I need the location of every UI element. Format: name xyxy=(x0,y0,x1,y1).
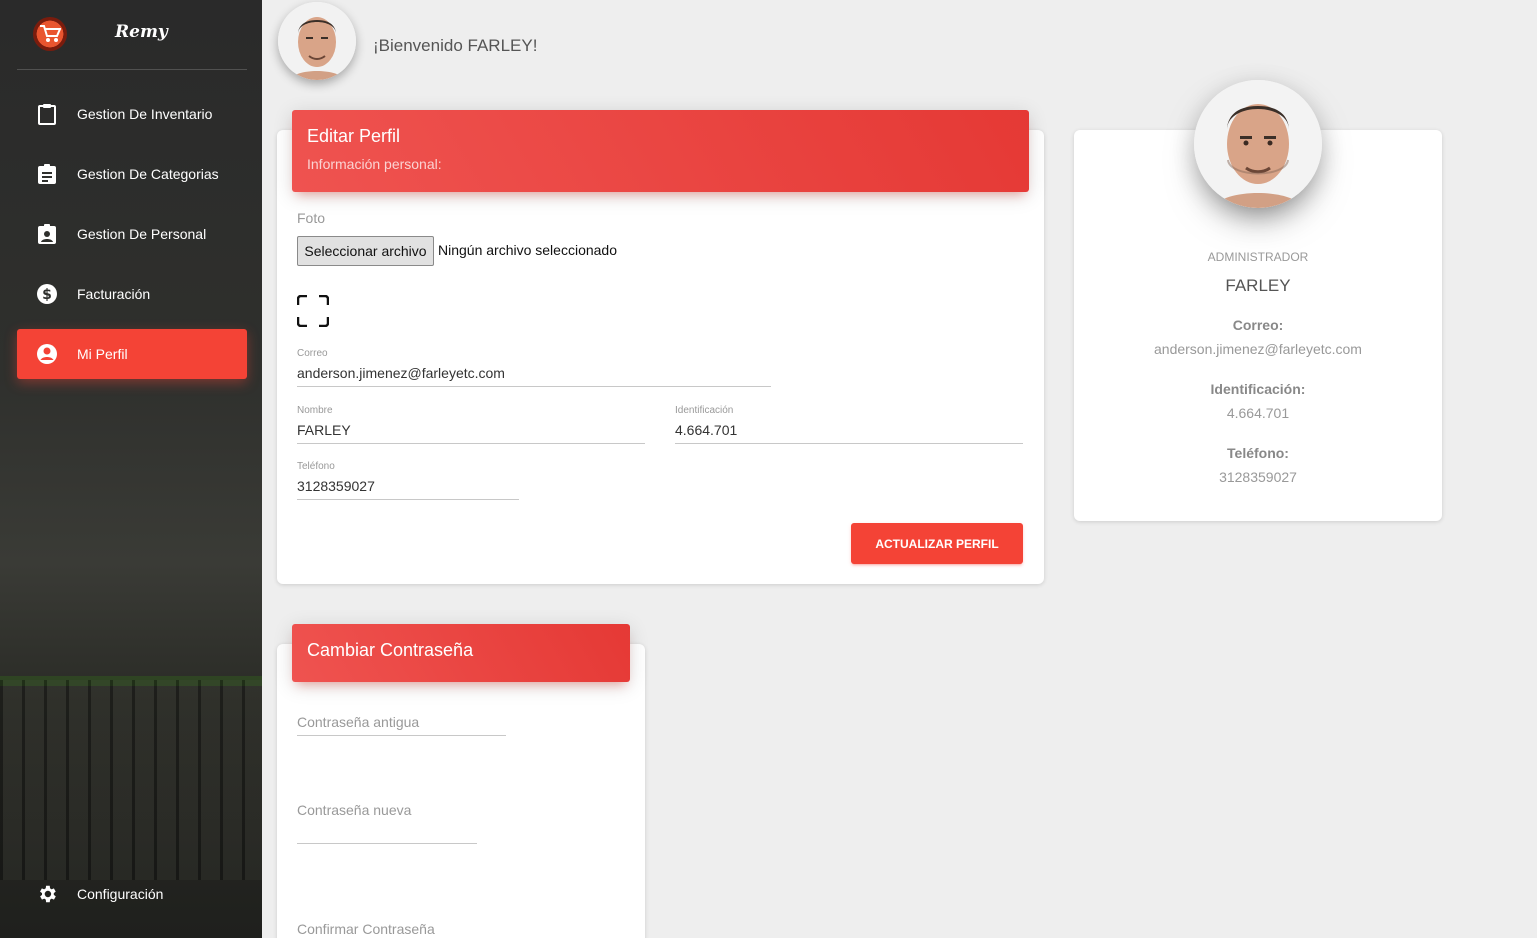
profile-name: FARLEY xyxy=(1225,276,1291,295)
dollar-circle-icon: $ xyxy=(36,283,58,305)
sidebar-item-mi-perfil[interactable]: Mi Perfil xyxy=(17,329,247,379)
assignment-icon xyxy=(36,163,58,185)
sidebar-item-facturacion[interactable]: $ Facturación xyxy=(17,269,247,319)
sidebar-item-label: Gestion De Categorias xyxy=(77,166,219,182)
new-password-input[interactable]: Contraseña nueva xyxy=(297,802,411,818)
profile-phone-key: Teléfono: xyxy=(1227,445,1289,461)
edit-profile-subtitle: Información personal: xyxy=(307,156,442,172)
name-field[interactable]: FARLEY xyxy=(297,422,351,438)
old-password-underline xyxy=(297,735,506,736)
edit-profile-card xyxy=(277,130,1044,584)
phone-field[interactable]: 3128359027 xyxy=(297,478,375,494)
sidebar-item-label: Gestion De Inventario xyxy=(77,106,213,122)
update-profile-button[interactable]: ACTUALIZAR PERFIL xyxy=(851,523,1023,564)
welcome-message: ¡Bienvenido FARLEY! xyxy=(373,36,538,55)
change-password-title: Cambiar Contraseña xyxy=(307,640,474,660)
user-avatar[interactable] xyxy=(278,2,356,80)
cart-logo-icon[interactable] xyxy=(33,17,67,51)
profile-id-value: 4.664.701 xyxy=(1226,405,1290,421)
profile-email-value: anderson.jimenez@farleyetc.com xyxy=(1154,341,1362,357)
id-field[interactable]: 4.664.701 xyxy=(675,422,737,438)
phone-underline xyxy=(297,499,519,500)
sidebar-item-label: Configuración xyxy=(77,886,164,902)
profile-email-key: Correo: xyxy=(1232,317,1284,333)
gear-icon xyxy=(36,883,58,905)
logo-text[interactable]: Remy xyxy=(115,22,168,42)
id-underline xyxy=(675,443,1023,444)
sidebar-item-inventario[interactable]: Gestion De Inventario xyxy=(17,89,247,139)
assignment-ind-icon xyxy=(36,223,58,245)
profile-avatar xyxy=(1194,80,1322,208)
account-circle-icon xyxy=(36,343,58,365)
new-password-underline xyxy=(297,843,477,844)
sidebar-item-categorias[interactable]: Gestion De Categorias xyxy=(17,149,247,199)
edit-profile-header: Editar Perfil Información personal: xyxy=(292,110,1029,192)
email-label: Correo xyxy=(297,348,328,359)
email-underline xyxy=(297,386,771,387)
email-field[interactable]: anderson.jimenez@farleyetc.com xyxy=(297,365,505,381)
crop-frame-icon[interactable] xyxy=(296,294,330,328)
confirm-password-input[interactable]: Confirmar Contraseña xyxy=(297,921,435,937)
id-label: Identificación xyxy=(675,405,734,416)
name-underline xyxy=(297,443,645,444)
sidebar-item-label: Facturación xyxy=(77,286,151,302)
logo-area: Remy xyxy=(17,0,247,70)
sidebar-item-label: Mi Perfil xyxy=(77,346,128,362)
sidebar: Remy Gestion De Inventario Gestion De Ca… xyxy=(0,0,262,938)
photo-label: Foto xyxy=(297,210,326,226)
old-password-input[interactable]: Contraseña antigua xyxy=(297,714,419,730)
svg-text:$: $ xyxy=(42,287,52,303)
profile-phone-value: 3128359027 xyxy=(1219,469,1297,485)
sidebar-item-personal[interactable]: Gestion De Personal xyxy=(17,209,247,259)
profile-role: ADMINISTRADOR xyxy=(1207,250,1309,264)
profile-id-key: Identificación: xyxy=(1210,381,1306,397)
edit-profile-title: Editar Perfil xyxy=(307,126,401,146)
sidebar-item-configuracion[interactable]: Configuración xyxy=(17,869,247,919)
choose-file-button[interactable]: Seleccionar archivo xyxy=(297,236,434,266)
name-label: Nombre xyxy=(297,405,333,416)
sidebar-bg-decoration xyxy=(0,680,262,880)
change-password-header: Cambiar Contraseña xyxy=(292,624,630,682)
phone-label: Teléfono xyxy=(297,461,335,472)
sidebar-item-label: Gestion De Personal xyxy=(77,226,207,242)
file-status: Ningún archivo seleccionado xyxy=(438,242,617,258)
clipboard-icon xyxy=(36,103,58,125)
change-password-card xyxy=(277,644,645,938)
